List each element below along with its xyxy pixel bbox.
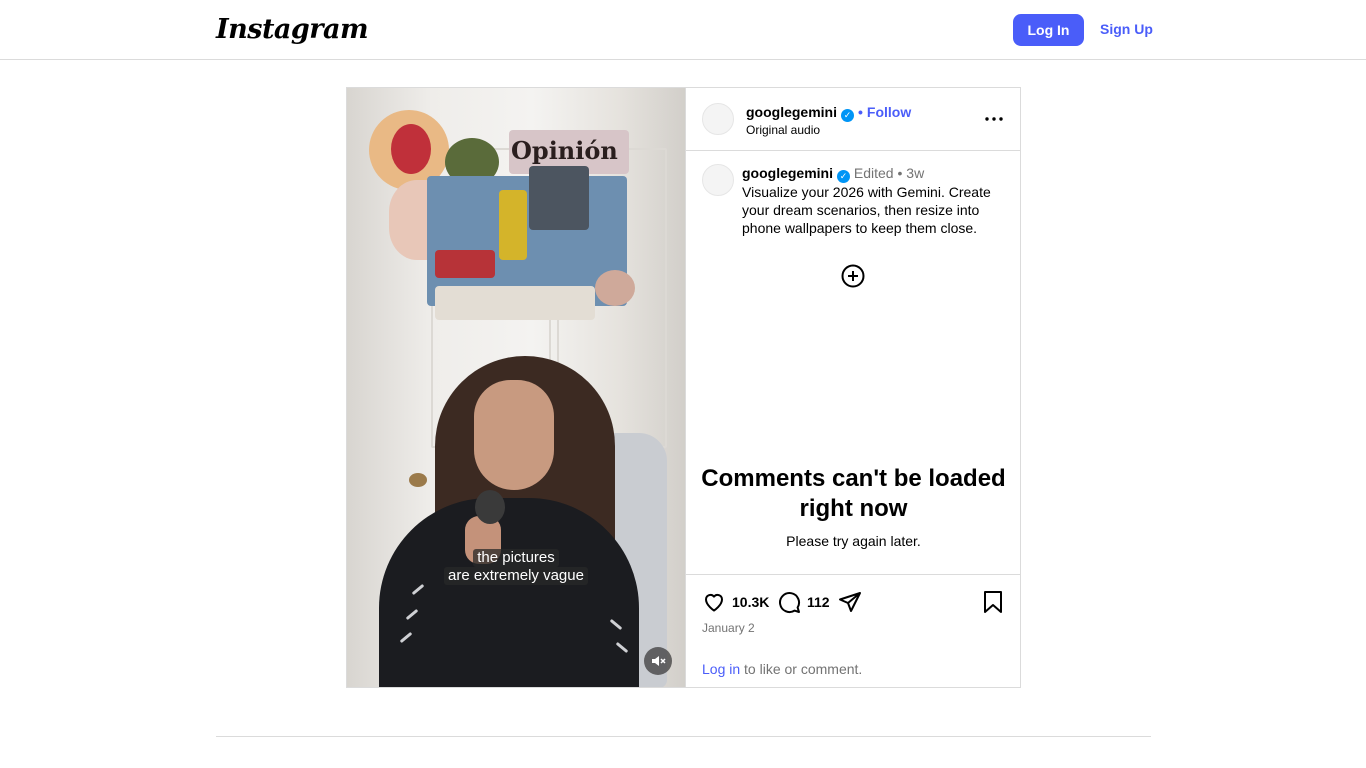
verified-icon: ✓ bbox=[837, 169, 850, 183]
instagram-logo[interactable]: Instagram bbox=[216, 14, 369, 45]
heart-icon bbox=[704, 593, 724, 612]
collage-piece bbox=[529, 166, 589, 230]
post-video[interactable]: Opinión the pictures are extremely vague bbox=[347, 88, 685, 687]
author-line: googlegemini ✓ • Follow bbox=[746, 104, 911, 122]
caption-edited: Edited bbox=[853, 165, 894, 181]
comment-count: 112 bbox=[807, 594, 830, 610]
post-date[interactable]: January 2 bbox=[702, 621, 755, 635]
video-caption: the pictures are extremely vague bbox=[444, 549, 588, 585]
save-button[interactable] bbox=[982, 589, 1004, 615]
collage-text-art: Opinión bbox=[511, 136, 618, 165]
collage-piece bbox=[435, 286, 595, 320]
plus-circle-icon bbox=[841, 264, 865, 288]
caption-age[interactable]: 3w bbox=[906, 165, 924, 181]
avatar[interactable] bbox=[702, 103, 734, 135]
video-caption-line: the pictures bbox=[473, 549, 559, 567]
verified-icon: ✓ bbox=[841, 109, 854, 122]
author-username[interactable]: googlegemini bbox=[746, 104, 837, 120]
share-icon bbox=[839, 592, 861, 612]
caption-body: Visualize your 2026 with Gemini. Create … bbox=[742, 183, 991, 236]
comment-button[interactable]: 112 bbox=[777, 589, 830, 615]
top-navbar: Instagram Log In Sign Up bbox=[0, 0, 1366, 60]
separator-dot: • bbox=[858, 104, 863, 120]
separator-dot: • bbox=[897, 165, 903, 181]
like-button[interactable]: 10.3K bbox=[702, 589, 769, 615]
caption-avatar[interactable] bbox=[702, 164, 734, 196]
collage-piece bbox=[391, 124, 431, 174]
comments-error-subtitle: Please try again later. bbox=[786, 533, 921, 549]
person-face bbox=[474, 380, 554, 490]
caption-text-block: googlegemini ✓ Edited • 3w Visualize your… bbox=[742, 164, 1004, 237]
post-side-panel: googlegemini ✓ • Follow Original audio goog… bbox=[685, 88, 1021, 687]
more-options-button[interactable] bbox=[983, 109, 1005, 129]
login-link[interactable]: Log in bbox=[702, 661, 740, 677]
post-header: googlegemini ✓ • Follow Original audio bbox=[686, 88, 1021, 151]
comments-error-title: Comments can't be loaded right now bbox=[701, 465, 1006, 522]
video-caption-line: are extremely vague bbox=[444, 567, 588, 585]
caption-username[interactable]: googlegemini bbox=[742, 165, 833, 181]
like-count: 10.3K bbox=[732, 594, 770, 610]
footer-divider bbox=[216, 736, 1151, 737]
comment-icon bbox=[779, 592, 801, 614]
vision-board-collage: Opinión bbox=[369, 110, 637, 325]
login-button[interactable]: Log In bbox=[1013, 14, 1084, 46]
load-more-button[interactable] bbox=[841, 264, 865, 288]
share-button[interactable] bbox=[838, 589, 862, 615]
mute-button[interactable] bbox=[644, 647, 672, 675]
post-card: Opinión the pictures are extremely vague bbox=[346, 87, 1021, 688]
microphone bbox=[475, 490, 505, 524]
more-icon bbox=[985, 117, 1003, 121]
mute-icon bbox=[652, 656, 666, 666]
door-knob bbox=[409, 473, 427, 487]
person-body bbox=[379, 498, 639, 687]
collage-piece bbox=[435, 250, 495, 278]
audio-link[interactable]: Original audio bbox=[746, 123, 820, 137]
bookmark-icon bbox=[984, 591, 1002, 613]
collage-piece bbox=[499, 190, 527, 260]
post-actions: 10.3K 112 January 2 Log in to like or co… bbox=[686, 574, 1021, 687]
login-prompt: Log in to like or comment. bbox=[702, 661, 862, 677]
signup-link[interactable]: Sign Up bbox=[1100, 21, 1153, 37]
collage-piece bbox=[595, 270, 635, 306]
login-prompt-text: to like or comment. bbox=[740, 661, 863, 677]
follow-button[interactable]: Follow bbox=[867, 104, 911, 120]
